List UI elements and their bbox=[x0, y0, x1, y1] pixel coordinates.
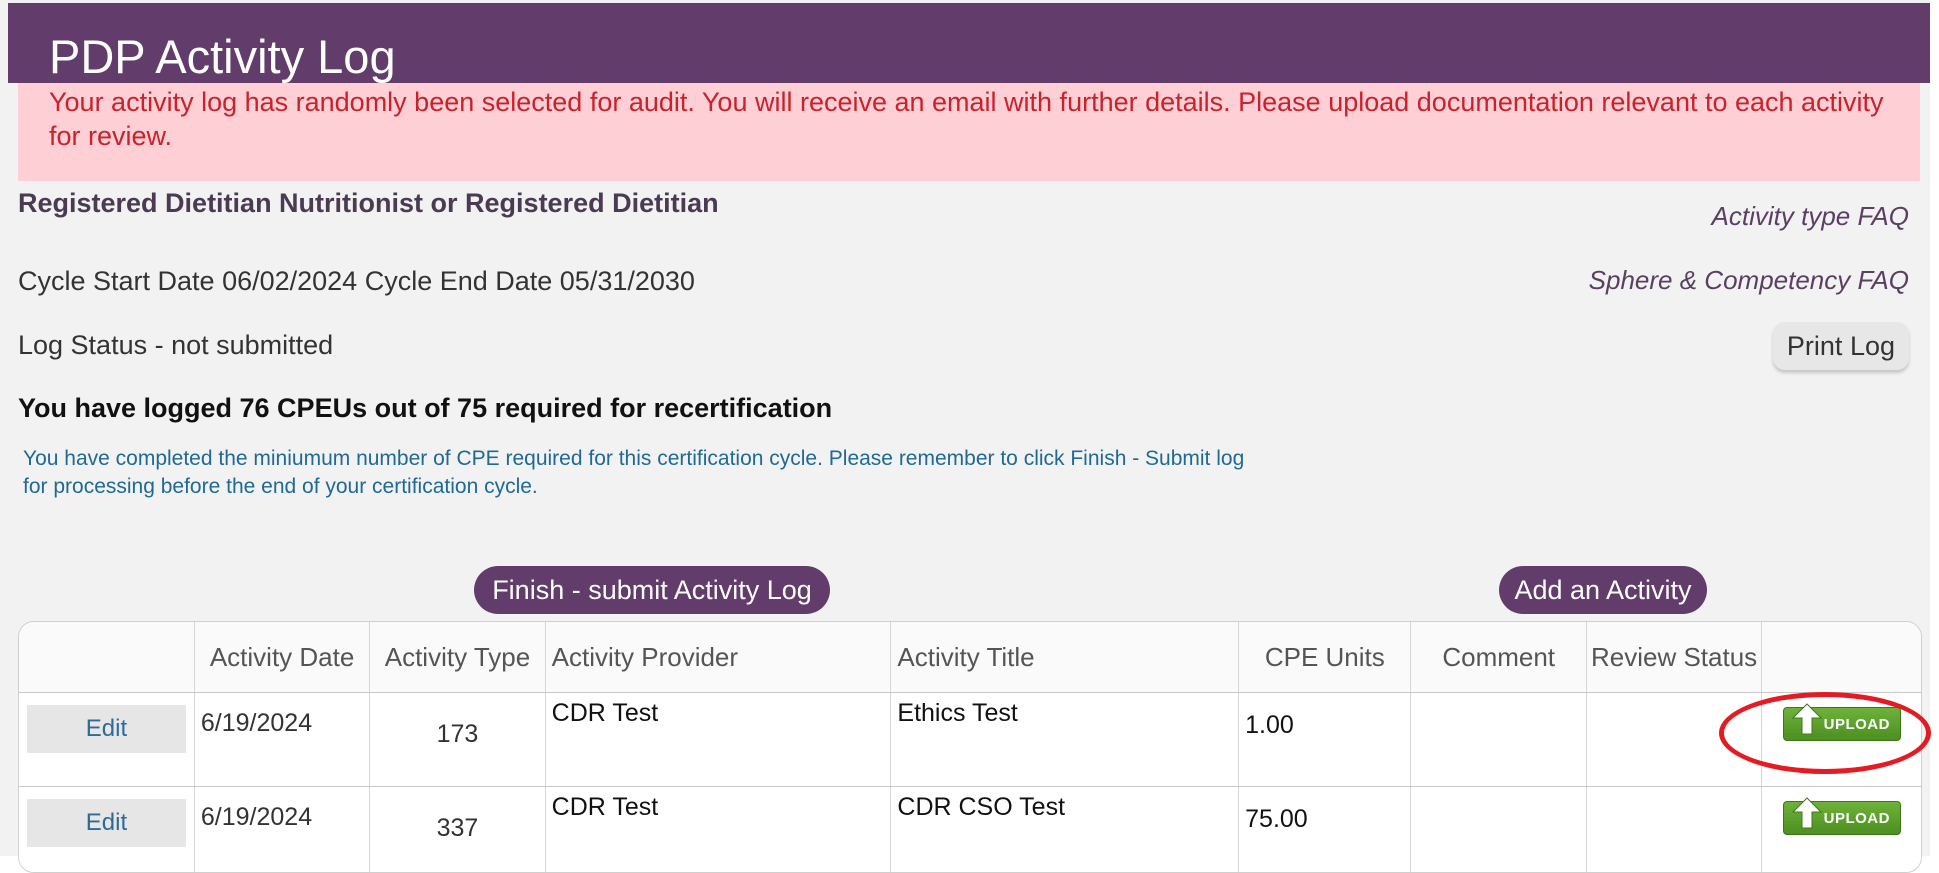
activity-type: 173 bbox=[370, 693, 544, 749]
upload-arrow-icon bbox=[1791, 702, 1823, 736]
page-title: PDP Activity Log bbox=[49, 31, 396, 83]
completion-note: You have completed the miniumum number o… bbox=[23, 445, 1263, 501]
print-log-button[interactable]: Print Log bbox=[1773, 322, 1909, 370]
edit-button[interactable]: Edit bbox=[27, 705, 186, 753]
sphere-competency-faq-link[interactable]: Sphere & Competency FAQ bbox=[1589, 265, 1909, 296]
activity-title: Ethics Test bbox=[891, 693, 1238, 728]
cpe-units: 1.00 bbox=[1245, 703, 1350, 747]
cpe-units: 75.00 bbox=[1245, 797, 1350, 841]
activity-date: 6/19/2024 bbox=[201, 701, 349, 745]
activity-provider: CDR Test bbox=[546, 787, 891, 822]
column-header: CPE Units bbox=[1239, 622, 1411, 693]
activity-title: CDR CSO Test bbox=[891, 787, 1238, 822]
add-activity-button[interactable]: Add an Activity bbox=[1499, 566, 1707, 614]
upload-arrow-icon bbox=[1791, 796, 1823, 830]
activity-date: 6/19/2024 bbox=[201, 795, 349, 839]
audit-alert: Your activity log has randomly been sele… bbox=[18, 83, 1920, 181]
column-header bbox=[1762, 622, 1921, 693]
column-header: Comment bbox=[1411, 622, 1586, 693]
table-header-row: Activity Date Activity Type Activity Pro… bbox=[19, 622, 1921, 693]
log-status: Log Status - not submitted bbox=[18, 330, 333, 361]
column-header bbox=[19, 622, 194, 693]
edit-button[interactable]: Edit bbox=[27, 799, 186, 847]
page-header: PDP Activity Log bbox=[8, 3, 1930, 83]
upload-button[interactable]: UPLOAD bbox=[1783, 801, 1901, 835]
upload-label: UPLOAD bbox=[1824, 716, 1890, 733]
activity-table: Activity Date Activity Type Activity Pro… bbox=[18, 621, 1922, 873]
cpeu-summary: You have logged 76 CPEUs out of 75 requi… bbox=[18, 393, 832, 424]
activity-type-faq-link[interactable]: Activity type FAQ bbox=[1712, 201, 1909, 232]
column-header: Activity Title bbox=[891, 622, 1239, 693]
window-edge bbox=[1930, 0, 1939, 856]
column-header: Activity Type bbox=[370, 622, 545, 693]
activity-provider: CDR Test bbox=[546, 693, 891, 728]
finish-submit-button[interactable]: Finish - submit Activity Log bbox=[474, 566, 830, 614]
page: PDP Activity Log Your activity log has r… bbox=[0, 0, 1939, 856]
cycle-dates: Cycle Start Date 06/02/2024 Cycle End Da… bbox=[18, 266, 695, 297]
column-header: Activity Provider bbox=[545, 622, 891, 693]
column-header: Review Status bbox=[1586, 622, 1761, 693]
table-row: Edit 6/19/2024 337 CDR Test CDR CSO Test… bbox=[19, 787, 1921, 873]
activity-type: 337 bbox=[370, 787, 544, 843]
upload-button[interactable]: UPLOAD bbox=[1783, 707, 1901, 741]
credential-label: Registered Dietitian Nutritionist or Reg… bbox=[18, 188, 719, 219]
upload-label: UPLOAD bbox=[1824, 810, 1890, 827]
column-header: Activity Date bbox=[194, 622, 369, 693]
table-row: Edit 6/19/2024 173 CDR Test Ethics Test … bbox=[19, 693, 1921, 787]
